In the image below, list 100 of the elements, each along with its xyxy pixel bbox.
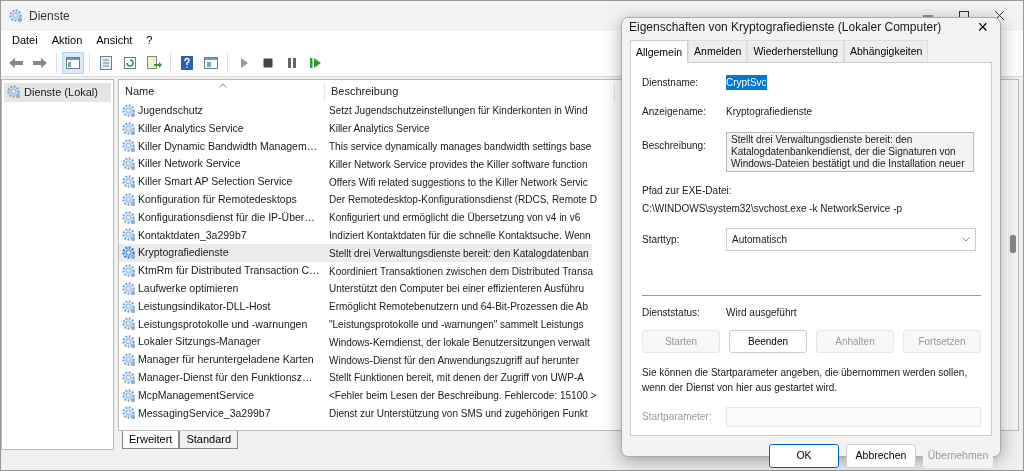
gear-icon [122, 388, 136, 403]
dialog-tab[interactable]: Anmelden [688, 40, 748, 62]
gear-icon [122, 406, 136, 421]
startup-type-dropdown[interactable]: Automatisch [726, 227, 976, 251]
tree-item[interactable]: Dienste (Lokal) [4, 83, 111, 102]
list-row[interactable]: Killer Analytics Service Killer Analytics Service [119, 119, 433, 138]
service-description: Stellt Funktionen bereit, mit denen der Zugriff von UWP-A [328, 371, 585, 386]
list-row[interactable]: Manager für heruntergeladene Karten Windows-Dienst für den Anwendungszugriff auf herunter [119, 351, 582, 369]
list-row[interactable]: Manager-Dienst für den Funktionsz… Stellt Funktionen bereit, mit denen der Zugriff von UWP-A [119, 368, 587, 387]
service-description: Koordiniert Transaktionen zwischen dem Distributed Transa [328, 264, 595, 279]
service-description: Killer Network Service provides the Killer software function [328, 157, 589, 172]
list-row[interactable]: Leistungsprotokolle und -warnungen "Leistungsprotokolle und -warnungen" sammelt Leistungs [119, 315, 587, 334]
service-description: "Leistungsprotokolle und -warnungen" sammelt Leistungs [328, 317, 585, 332]
console-view-icon [203, 54, 219, 71]
list-row[interactable]: MessagingService_3a299b7 Dienst zur Unterstützung von SMS und zugehörigen Funkt [119, 404, 591, 423]
service-name: KtmRm für Distributed Transaction C… [138, 263, 320, 279]
service-name: Manager für heruntergeladene Karten [138, 352, 314, 368]
gear-icon [122, 281, 136, 296]
display-name-value: Kryptografiedienste [726, 104, 813, 119]
service-description: Konfiguriert und ermöglicht die Übersetzung von v4 in v6 [328, 211, 582, 226]
service-description: Killer Analytics Service [328, 122, 431, 137]
view-tab[interactable]: Erweitert [122, 431, 180, 449]
view-tab[interactable]: Standard [179, 431, 239, 449]
list-row[interactable]: Killer Smart AP Selection Service Offers Wifi related suggestions to the Killer Network Servic [119, 173, 591, 191]
help-icon [179, 54, 195, 71]
service-name: Konfigurationsdienst für die IP-Über… [138, 209, 315, 225]
list-row[interactable]: Konfiguration für Remotedesktops Der Remotedesktop-Konfigurationsdienst (RDCS, Remote D [119, 191, 600, 209]
path-value: C:\WINDOWS\system32\svchost.exe -k NetworkService -p [642, 201, 904, 216]
close-button[interactable]: × [971, 18, 994, 36]
sort-icon [219, 82, 227, 88]
gear-icon [9, 9, 23, 23]
service-name: Killer Dynamic Bandwidth Managem… [138, 138, 318, 154]
field-label: Beschreibung: [642, 138, 707, 153]
service-description: Der Remotedesktop-Konfigurationsdienst (RDCS, Remote D [328, 193, 598, 208]
chevron-down-icon [962, 236, 970, 242]
service-description: Windows-Kerndienst, der lokale Benutzersitzungen verwalt [328, 335, 591, 350]
service-name: MessagingService_3a299b7 [138, 405, 271, 421]
service-name: Konfiguration für Remotedesktops [138, 192, 297, 207]
status-value: Wird ausgeführt [726, 305, 797, 320]
service-name: Lokaler Sitzungs-Manager [138, 334, 261, 350]
gear-icon [122, 317, 136, 332]
dialog-button[interactable]: Abbrechen [846, 443, 916, 468]
field-label: Startparameter: [642, 410, 713, 425]
service-name: Killer Network Service [138, 156, 241, 172]
gear-icon [122, 370, 136, 385]
menu-item[interactable]: ? [139, 31, 160, 49]
menu-item[interactable]: Aktion [44, 31, 90, 49]
service-name: McpManagementService [138, 387, 255, 403]
dialog-tab[interactable]: Wiederherstellung [747, 40, 845, 62]
list-row[interactable]: Kontaktdaten_3a299b7 Indiziert Kontaktdaten für die schnelle Kontaktsuche. Wenn [119, 226, 594, 245]
service-name: Killer Smart AP Selection Service [138, 174, 293, 190]
menu-item[interactable]: Ansicht [89, 31, 140, 49]
list-row[interactable]: KtmRm für Distributed Transaction C… Koordiniert Transaktionen zwischen dem Distributed Transa [119, 262, 597, 280]
service-control-button[interactable]: Beenden [729, 329, 807, 353]
refresh-icon [122, 54, 138, 71]
gear-icon [122, 175, 136, 190]
service-name: Leistungsprotokolle und -warnungen [138, 316, 308, 332]
path-label: Pfad zur EXE-Datei: [642, 183, 733, 198]
scrollbar-thumb[interactable] [1010, 235, 1016, 253]
description-box[interactable]: Stellt drei Verwaltungsdienste bereit: den Katalogdatenbankendienst, der die Signaturen von Windows-Dateien bestätigt und die Installation neuer [726, 131, 974, 172]
service-description: Setzt Jugendschutzeinstellungen für Kinderkonten in Wind [328, 104, 589, 119]
list-row[interactable]: Konfigurationsdienst für die IP-Über… Konfiguriert und ermöglicht die Übersetzung von v4 in v6 [119, 208, 584, 227]
field-label: Dienstname: [642, 75, 700, 90]
list-row[interactable]: Killer Dynamic Bandwidth Managem… This service dynamically manages bandwidth settings base [119, 137, 595, 156]
service-name-value: CryptSvc [726, 74, 767, 90]
gear-icon [122, 335, 136, 350]
console-tree-button[interactable] [62, 51, 84, 74]
list-row[interactable]: Leistungsindikator-DLL-Host Ermöglicht Remotebenutzern und 64-Bit-Prozessen die Ab [119, 297, 592, 316]
service-description: Dienst zur Unterstützung von SMS und zugehörigen Funkt [328, 406, 589, 421]
column-header[interactable]: Name [119, 82, 325, 102]
gear-icon [122, 210, 136, 225]
service-name: Kontaktdaten_3a299b7 [138, 227, 247, 243]
service-name: Kryptografiedienste [138, 245, 229, 261]
service-description: Indiziert Kontaktdaten für die schnelle Kontaktsuche. Wenn [328, 228, 592, 243]
gear-icon [122, 299, 136, 314]
gear-icon [7, 85, 21, 100]
service-description: Stellt drei Verwaltungsdienste bereit: den Katalogdatenban [328, 246, 590, 261]
list-row[interactable]: Kryptografiedienste Stellt drei Verwaltungsdienste bereit: den Katalogdatenban [119, 244, 592, 263]
gear-icon [122, 192, 136, 207]
hint-text: Sie können die Startparameter angeben, die übernommen werden sollen, wenn der Dienst von hier aus gestartet wird. [642, 365, 969, 395]
console-tree-icon [65, 54, 81, 71]
dialog-title: Eigenschaften von Kryptografiedienste (Lokaler Computer) [629, 19, 942, 36]
service-description: <Fehler beim Lesen der Beschreibung. Fehlercode: 15100 > [328, 389, 598, 404]
list-row[interactable]: Killer Network Service Killer Network Service provides the Killer software function [119, 155, 591, 174]
list-row[interactable]: McpManagementService <Fehler beim Lesen der Beschreibung. Fehlercode: 15100 > [119, 386, 600, 405]
service-name: Leistungsindikator-DLL-Host [138, 298, 271, 314]
service-description: Windows-Dienst für den Anwendungszugriff auf herunter [328, 353, 580, 368]
column-header[interactable]: Beschreibung [325, 82, 615, 102]
dialog-button[interactable]: OK [769, 443, 839, 468]
gear-icon [122, 246, 136, 261]
properties-icon [98, 54, 114, 71]
gear-icon [122, 121, 136, 136]
dialog-tab[interactable]: Allgemein [630, 40, 689, 63]
list-row[interactable]: Lokaler Sitzungs-Manager Windows-Kerndienst, der lokale Benutzersitzungen verwalt [119, 333, 593, 352]
list-row[interactable]: Jugendschutz Setzt Jugendschutzeinstellungen für Kinderkonten in Wind [119, 102, 591, 120]
field-label: Anzeigename: [642, 104, 707, 119]
list-row[interactable]: Laufwerke optimieren Unterstützt den Computer bei einer effizienteren Ausführu [119, 279, 587, 298]
menu-item[interactable]: Datei [5, 31, 45, 49]
dialog-tab[interactable]: Abhängigkeiten [844, 40, 929, 62]
service-description: Ermöglicht Remotebenutzern und 64-Bit-Prozessen die Ab [328, 300, 590, 315]
